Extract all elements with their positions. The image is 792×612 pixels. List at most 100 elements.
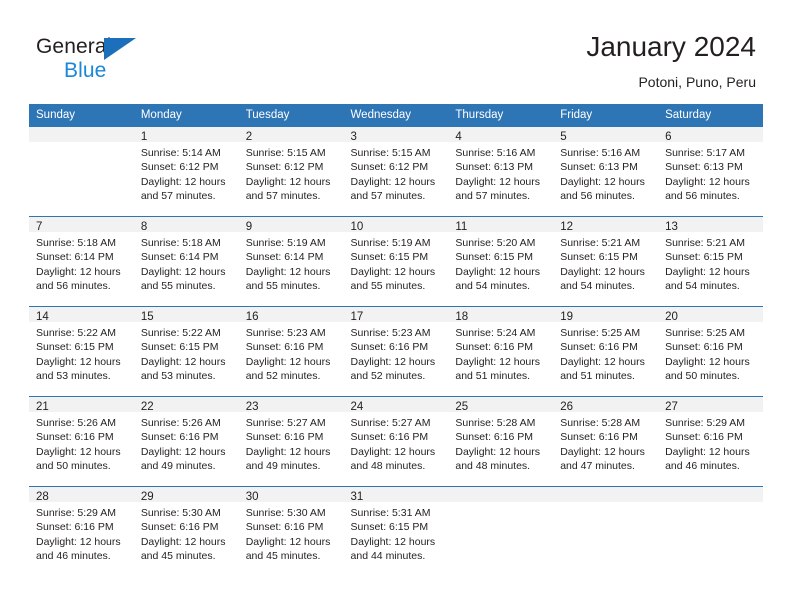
daylight-duration-line2: and 45 minutes. — [245, 550, 321, 563]
daylight-duration-line1: Daylight: 12 hours — [665, 175, 750, 188]
calendar-day[interactable]: 4 Sunrise: 5:16 AM Sunset: 6:13 PM Daylight… — [448, 127, 554, 216]
day-number: 24 — [343, 397, 449, 413]
calendar-day-cell[interactable]: 15 Sunrise: 5:22 AM Sunset: 6:15 PM Dayligh… — [133, 306, 239, 397]
calendar-day-cell[interactable] — [448, 486, 554, 576]
sunrise-time: Sunrise: 5:22 AM — [140, 327, 221, 339]
calendar-day[interactable]: 11 Sunrise: 5:20 AM Sunset: 6:15 PM Dayligh… — [448, 217, 554, 306]
day-sun-info: Sunrise: 5:21 AM Sunset: 6:15 PM Daylight:… — [553, 232, 658, 294]
sunrise-time: Sunrise: 5:21 AM — [665, 237, 746, 249]
calendar-day[interactable]: 6 Sunrise: 5:17 AM Sunset: 6:13 PM Daylight… — [658, 127, 763, 216]
day-sun-info: Sunrise: 5:15 AM Sunset: 6:12 PM Daylight:… — [239, 142, 344, 204]
sunset-time: Sunset: 6:16 PM — [455, 341, 534, 354]
day-sun-info: Sunrise: 5:30 AM Sunset: 6:16 PM Daylight:… — [134, 502, 239, 564]
calendar-day-cell[interactable]: 18 Sunrise: 5:24 AM Sunset: 6:16 PM Dayligh… — [448, 306, 554, 397]
calendar-day-cell[interactable]: 25 Sunrise: 5:28 AM Sunset: 6:16 PM Dayligh… — [448, 396, 554, 487]
calendar-day-cell[interactable]: 7 Sunrise: 5:18 AM Sunset: 6:14 PM Daylight… — [29, 216, 134, 307]
day-number: 28 — [29, 487, 134, 503]
sunrise-time: Sunrise: 5:23 AM — [350, 327, 431, 339]
calendar-day-cell[interactable] — [553, 486, 659, 576]
sunrise-time: Sunrise: 5:23 AM — [245, 327, 326, 339]
calendar-day[interactable]: 29 Sunrise: 5:30 AM Sunset: 6:16 PM Dayligh… — [133, 487, 239, 576]
calendar-day[interactable]: 13 Sunrise: 5:21 AM Sunset: 6:15 PM Dayligh… — [658, 217, 763, 306]
calendar-day[interactable]: 19 Sunrise: 5:25 AM Sunset: 6:16 PM Dayligh… — [553, 307, 659, 396]
daylight-duration-line2: and 56 minutes. — [665, 190, 740, 203]
daylight-duration-line1: Daylight: 12 hours — [140, 445, 226, 458]
calendar-day-cell[interactable]: 21 Sunrise: 5:26 AM Sunset: 6:16 PM Dayligh… — [29, 396, 134, 487]
calendar-day[interactable]: 15 Sunrise: 5:22 AM Sunset: 6:15 PM Dayligh… — [133, 307, 239, 396]
calendar-day[interactable]: 12 Sunrise: 5:21 AM Sunset: 6:15 PM Dayligh… — [553, 217, 659, 306]
calendar-day-cell[interactable] — [658, 486, 763, 576]
calendar-day-cell[interactable] — [29, 126, 134, 217]
calendar-day-cell[interactable]: 1 Sunrise: 5:14 AM Sunset: 6:12 PM Daylight… — [133, 126, 239, 217]
calendar-day-cell[interactable]: 28 Sunrise: 5:29 AM Sunset: 6:16 PM Dayligh… — [29, 486, 134, 576]
calendar-day-cell[interactable]: 26 Sunrise: 5:28 AM Sunset: 6:16 PM Dayligh… — [553, 396, 659, 487]
day-number — [658, 487, 763, 502]
calendar-day[interactable]: 14 Sunrise: 5:22 AM Sunset: 6:15 PM Dayligh… — [29, 307, 134, 396]
calendar-day-cell[interactable]: 16 Sunrise: 5:23 AM Sunset: 6:16 PM Dayligh… — [238, 306, 344, 397]
calendar-day-cell[interactable]: 29 Sunrise: 5:30 AM Sunset: 6:16 PM Dayligh… — [133, 486, 239, 576]
calendar-day-cell[interactable]: 10 Sunrise: 5:19 AM Sunset: 6:15 PM Dayligh… — [343, 216, 449, 307]
calendar-day[interactable]: 30 Sunrise: 5:30 AM Sunset: 6:16 PM Dayligh… — [238, 487, 344, 576]
calendar-day[interactable]: 9 Sunrise: 5:19 AM Sunset: 6:14 PM Daylight… — [238, 217, 344, 306]
calendar-day[interactable]: 1 Sunrise: 5:14 AM Sunset: 6:12 PM Daylight… — [133, 127, 239, 216]
calendar-day[interactable]: 17 Sunrise: 5:23 AM Sunset: 6:16 PM Dayligh… — [343, 307, 449, 396]
calendar-day[interactable]: 10 Sunrise: 5:19 AM Sunset: 6:15 PM Dayligh… — [343, 217, 449, 306]
calendar-day[interactable]: 3 Sunrise: 5:15 AM Sunset: 6:12 PM Daylight… — [343, 127, 449, 216]
logo-text-general: General — [36, 35, 112, 58]
calendar-day-cell[interactable]: 8 Sunrise: 5:18 AM Sunset: 6:14 PM Daylight… — [133, 216, 239, 307]
calendar-day-cell[interactable]: 6 Sunrise: 5:17 AM Sunset: 6:13 PM Daylight… — [658, 126, 763, 217]
day-number: 17 — [343, 307, 449, 323]
sunset-time: Sunset: 6:16 PM — [245, 521, 324, 534]
daylight-duration-line2: and 57 minutes. — [455, 190, 531, 203]
calendar-day-cell[interactable]: 13 Sunrise: 5:21 AM Sunset: 6:15 PM Dayligh… — [658, 216, 763, 307]
calendar-day[interactable]: 18 Sunrise: 5:24 AM Sunset: 6:16 PM Dayligh… — [448, 307, 554, 396]
calendar-day-cell[interactable]: 27 Sunrise: 5:29 AM Sunset: 6:16 PM Dayligh… — [658, 396, 763, 487]
sunset-time: Sunset: 6:15 PM — [350, 251, 429, 264]
day-number: 10 — [343, 217, 449, 233]
calendar-day[interactable]: 21 Sunrise: 5:26 AM Sunset: 6:16 PM Dayligh… — [29, 397, 134, 486]
calendar-day-cell[interactable]: 4 Sunrise: 5:16 AM Sunset: 6:13 PM Daylight… — [448, 126, 554, 217]
calendar-day-cell[interactable]: 24 Sunrise: 5:27 AM Sunset: 6:16 PM Dayligh… — [343, 396, 449, 487]
calendar-day[interactable]: 26 Sunrise: 5:28 AM Sunset: 6:16 PM Dayligh… — [553, 397, 659, 486]
day-sun-info: Sunrise: 5:15 AM Sunset: 6:12 PM Daylight:… — [344, 142, 449, 204]
calendar-day-cell[interactable]: 23 Sunrise: 5:27 AM Sunset: 6:16 PM Dayligh… — [238, 396, 344, 487]
calendar-day-cell[interactable]: 3 Sunrise: 5:15 AM Sunset: 6:12 PM Daylight… — [343, 126, 449, 217]
day-sun-info — [658, 502, 763, 506]
calendar-day[interactable]: 8 Sunrise: 5:18 AM Sunset: 6:14 PM Daylight… — [133, 217, 239, 306]
sunrise-time: Sunrise: 5:16 AM — [455, 147, 536, 159]
day-number: 27 — [658, 397, 763, 413]
daylight-duration-line1: Daylight: 12 hours — [560, 265, 645, 278]
calendar-day[interactable]: 22 Sunrise: 5:26 AM Sunset: 6:16 PM Dayligh… — [133, 397, 239, 486]
calendar-day-cell[interactable]: 12 Sunrise: 5:21 AM Sunset: 6:15 PM Dayligh… — [553, 216, 659, 307]
calendar-day[interactable]: 2 Sunrise: 5:15 AM Sunset: 6:12 PM Daylight… — [238, 127, 344, 216]
daylight-duration-line2: and 49 minutes. — [140, 460, 216, 473]
calendar-day-cell[interactable]: 31 Sunrise: 5:31 AM Sunset: 6:15 PM Dayligh… — [343, 486, 449, 576]
day-number — [448, 487, 554, 502]
calendar-day[interactable]: 27 Sunrise: 5:29 AM Sunset: 6:16 PM Dayligh… — [658, 397, 763, 486]
daylight-duration-line2: and 55 minutes. — [140, 280, 216, 293]
calendar-day[interactable]: 25 Sunrise: 5:28 AM Sunset: 6:16 PM Dayligh… — [448, 397, 554, 486]
calendar-day-cell[interactable]: 30 Sunrise: 5:30 AM Sunset: 6:16 PM Dayligh… — [238, 486, 344, 576]
calendar-day[interactable]: 31 Sunrise: 5:31 AM Sunset: 6:15 PM Dayligh… — [343, 487, 449, 576]
calendar-day-cell[interactable]: 9 Sunrise: 5:19 AM Sunset: 6:14 PM Daylight… — [238, 216, 344, 307]
calendar-day[interactable]: 7 Sunrise: 5:18 AM Sunset: 6:14 PM Daylight… — [29, 217, 134, 306]
calendar-day-cell[interactable]: 17 Sunrise: 5:23 AM Sunset: 6:16 PM Dayligh… — [343, 306, 449, 397]
day-number: 11 — [448, 217, 554, 233]
sunrise-time: Sunrise: 5:15 AM — [245, 147, 326, 159]
calendar-day-cell[interactable]: 5 Sunrise: 5:16 AM Sunset: 6:13 PM Daylight… — [553, 126, 659, 217]
calendar-day[interactable]: 20 Sunrise: 5:25 AM Sunset: 6:16 PM Dayligh… — [658, 307, 763, 396]
sunset-time: Sunset: 6:16 PM — [140, 521, 219, 534]
calendar-day[interactable]: 23 Sunrise: 5:27 AM Sunset: 6:16 PM Dayligh… — [238, 397, 344, 486]
calendar-day[interactable]: 16 Sunrise: 5:23 AM Sunset: 6:16 PM Dayligh… — [238, 307, 344, 396]
calendar-day[interactable]: 5 Sunrise: 5:16 AM Sunset: 6:13 PM Daylight… — [553, 127, 659, 216]
calendar-day[interactable]: 24 Sunrise: 5:27 AM Sunset: 6:16 PM Dayligh… — [343, 397, 449, 486]
sunrise-time: Sunrise: 5:25 AM — [665, 327, 746, 339]
calendar-day-cell[interactable]: 2 Sunrise: 5:15 AM Sunset: 6:12 PM Daylight… — [238, 126, 344, 217]
calendar-day[interactable]: 28 Sunrise: 5:29 AM Sunset: 6:16 PM Dayligh… — [29, 487, 134, 576]
calendar-day-cell[interactable]: 19 Sunrise: 5:25 AM Sunset: 6:16 PM Dayligh… — [553, 306, 659, 397]
sunrise-time: Sunrise: 5:29 AM — [665, 417, 746, 429]
calendar-day-cell[interactable]: 20 Sunrise: 5:25 AM Sunset: 6:16 PM Dayligh… — [658, 306, 763, 397]
calendar-day-cell[interactable]: 11 Sunrise: 5:20 AM Sunset: 6:15 PM Dayligh… — [448, 216, 554, 307]
calendar-day-cell[interactable]: 14 Sunrise: 5:22 AM Sunset: 6:15 PM Dayligh… — [29, 306, 134, 397]
calendar-day-cell[interactable]: 22 Sunrise: 5:26 AM Sunset: 6:16 PM Dayligh… — [133, 396, 239, 487]
